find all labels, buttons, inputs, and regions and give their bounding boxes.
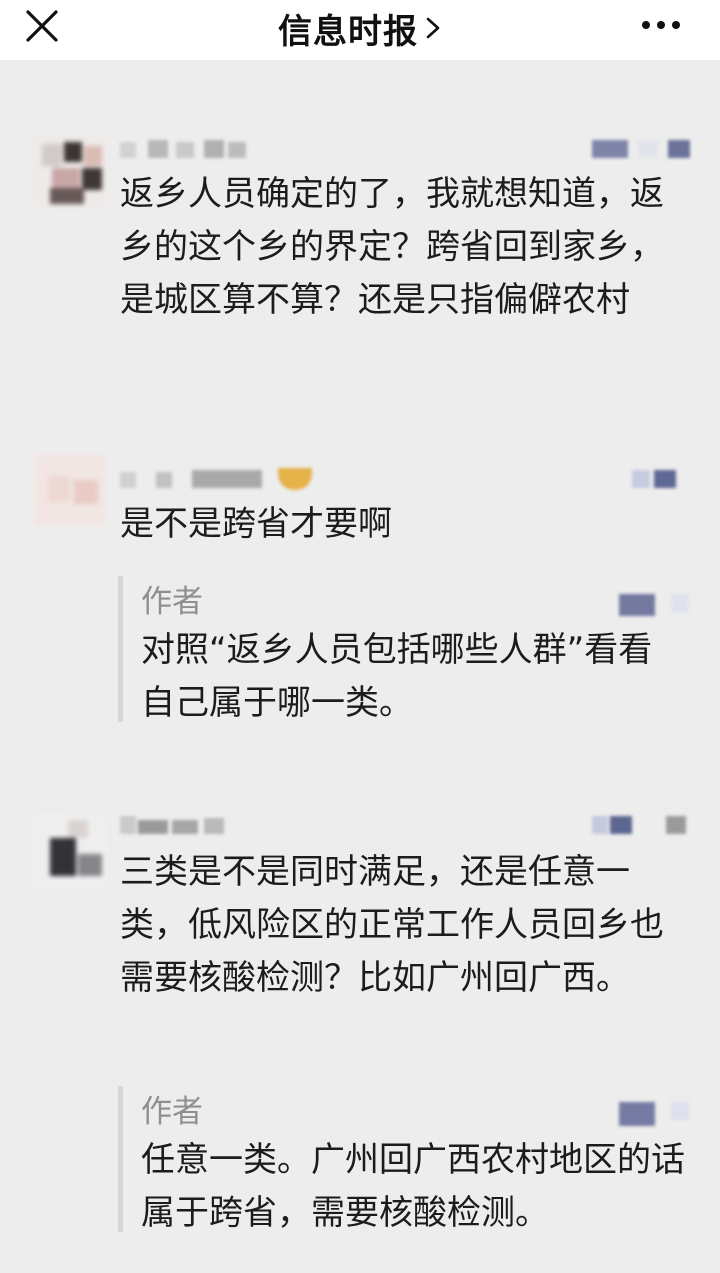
more-icon[interactable] — [636, 10, 686, 40]
nickname-redacted — [120, 814, 230, 836]
reply-text: 任意一类。广州回广西农村地区的话属于跨省，需要核酸检测。 — [141, 1140, 685, 1233]
account-title-link[interactable]: 信息时报 — [0, 0, 720, 56]
avatar[interactable] — [34, 454, 106, 526]
comment-item: 返乡人员确定的了，我就想知道，返乡的这个乡的界定？跨省回到家乡，是城区算不算？还… — [0, 120, 720, 400]
author-reply: 作者 对照“返乡人员包括哪些人群”看看自己属于哪一类。 — [118, 576, 703, 723]
nickname-redacted — [120, 138, 250, 160]
comment-text: 是不是跨省才要啊 — [120, 504, 392, 544]
chevron-right-icon — [426, 17, 440, 39]
comment-item: 三类是不是同时满足，还是任意一类，低风险区的正常工作人员回乡也需要核酸检测？比如… — [0, 790, 720, 1250]
like-count-redacted[interactable] — [632, 468, 702, 490]
avatar[interactable] — [34, 814, 106, 886]
page-title: 信息时报 — [278, 11, 418, 52]
author-reply: 作者 任意一类。广州回广西农村地区的话属于跨省，需要核酸检测。 — [118, 1086, 703, 1233]
reply-author-label: 作者 — [141, 584, 203, 620]
like-count-redacted[interactable] — [592, 814, 702, 836]
like-count-redacted[interactable] — [592, 138, 702, 160]
reply-text: 对照“返乡人员包括哪些人群”看看自己属于哪一类。 — [141, 630, 653, 723]
comment-text: 三类是不是同时满足，还是任意一类，低风险区的正常工作人员回乡也需要核酸检测？比如… — [120, 852, 664, 998]
top-bar: 信息时报 — [0, 0, 720, 60]
nickname-redacted — [120, 468, 320, 490]
comment-text: 返乡人员确定的了，我就想知道，返乡的这个乡的界定？跨省回到家乡，是城区算不算？还… — [120, 174, 664, 320]
comment-item: 是不是跨省才要啊 作者 对照“返乡人员包括哪些人群”看看自己属于哪一类。 — [0, 440, 720, 740]
reply-like-redacted[interactable] — [619, 592, 699, 616]
reply-author-label: 作者 — [141, 1094, 203, 1130]
reply-like-redacted[interactable] — [619, 1100, 699, 1126]
avatar[interactable] — [34, 134, 106, 206]
